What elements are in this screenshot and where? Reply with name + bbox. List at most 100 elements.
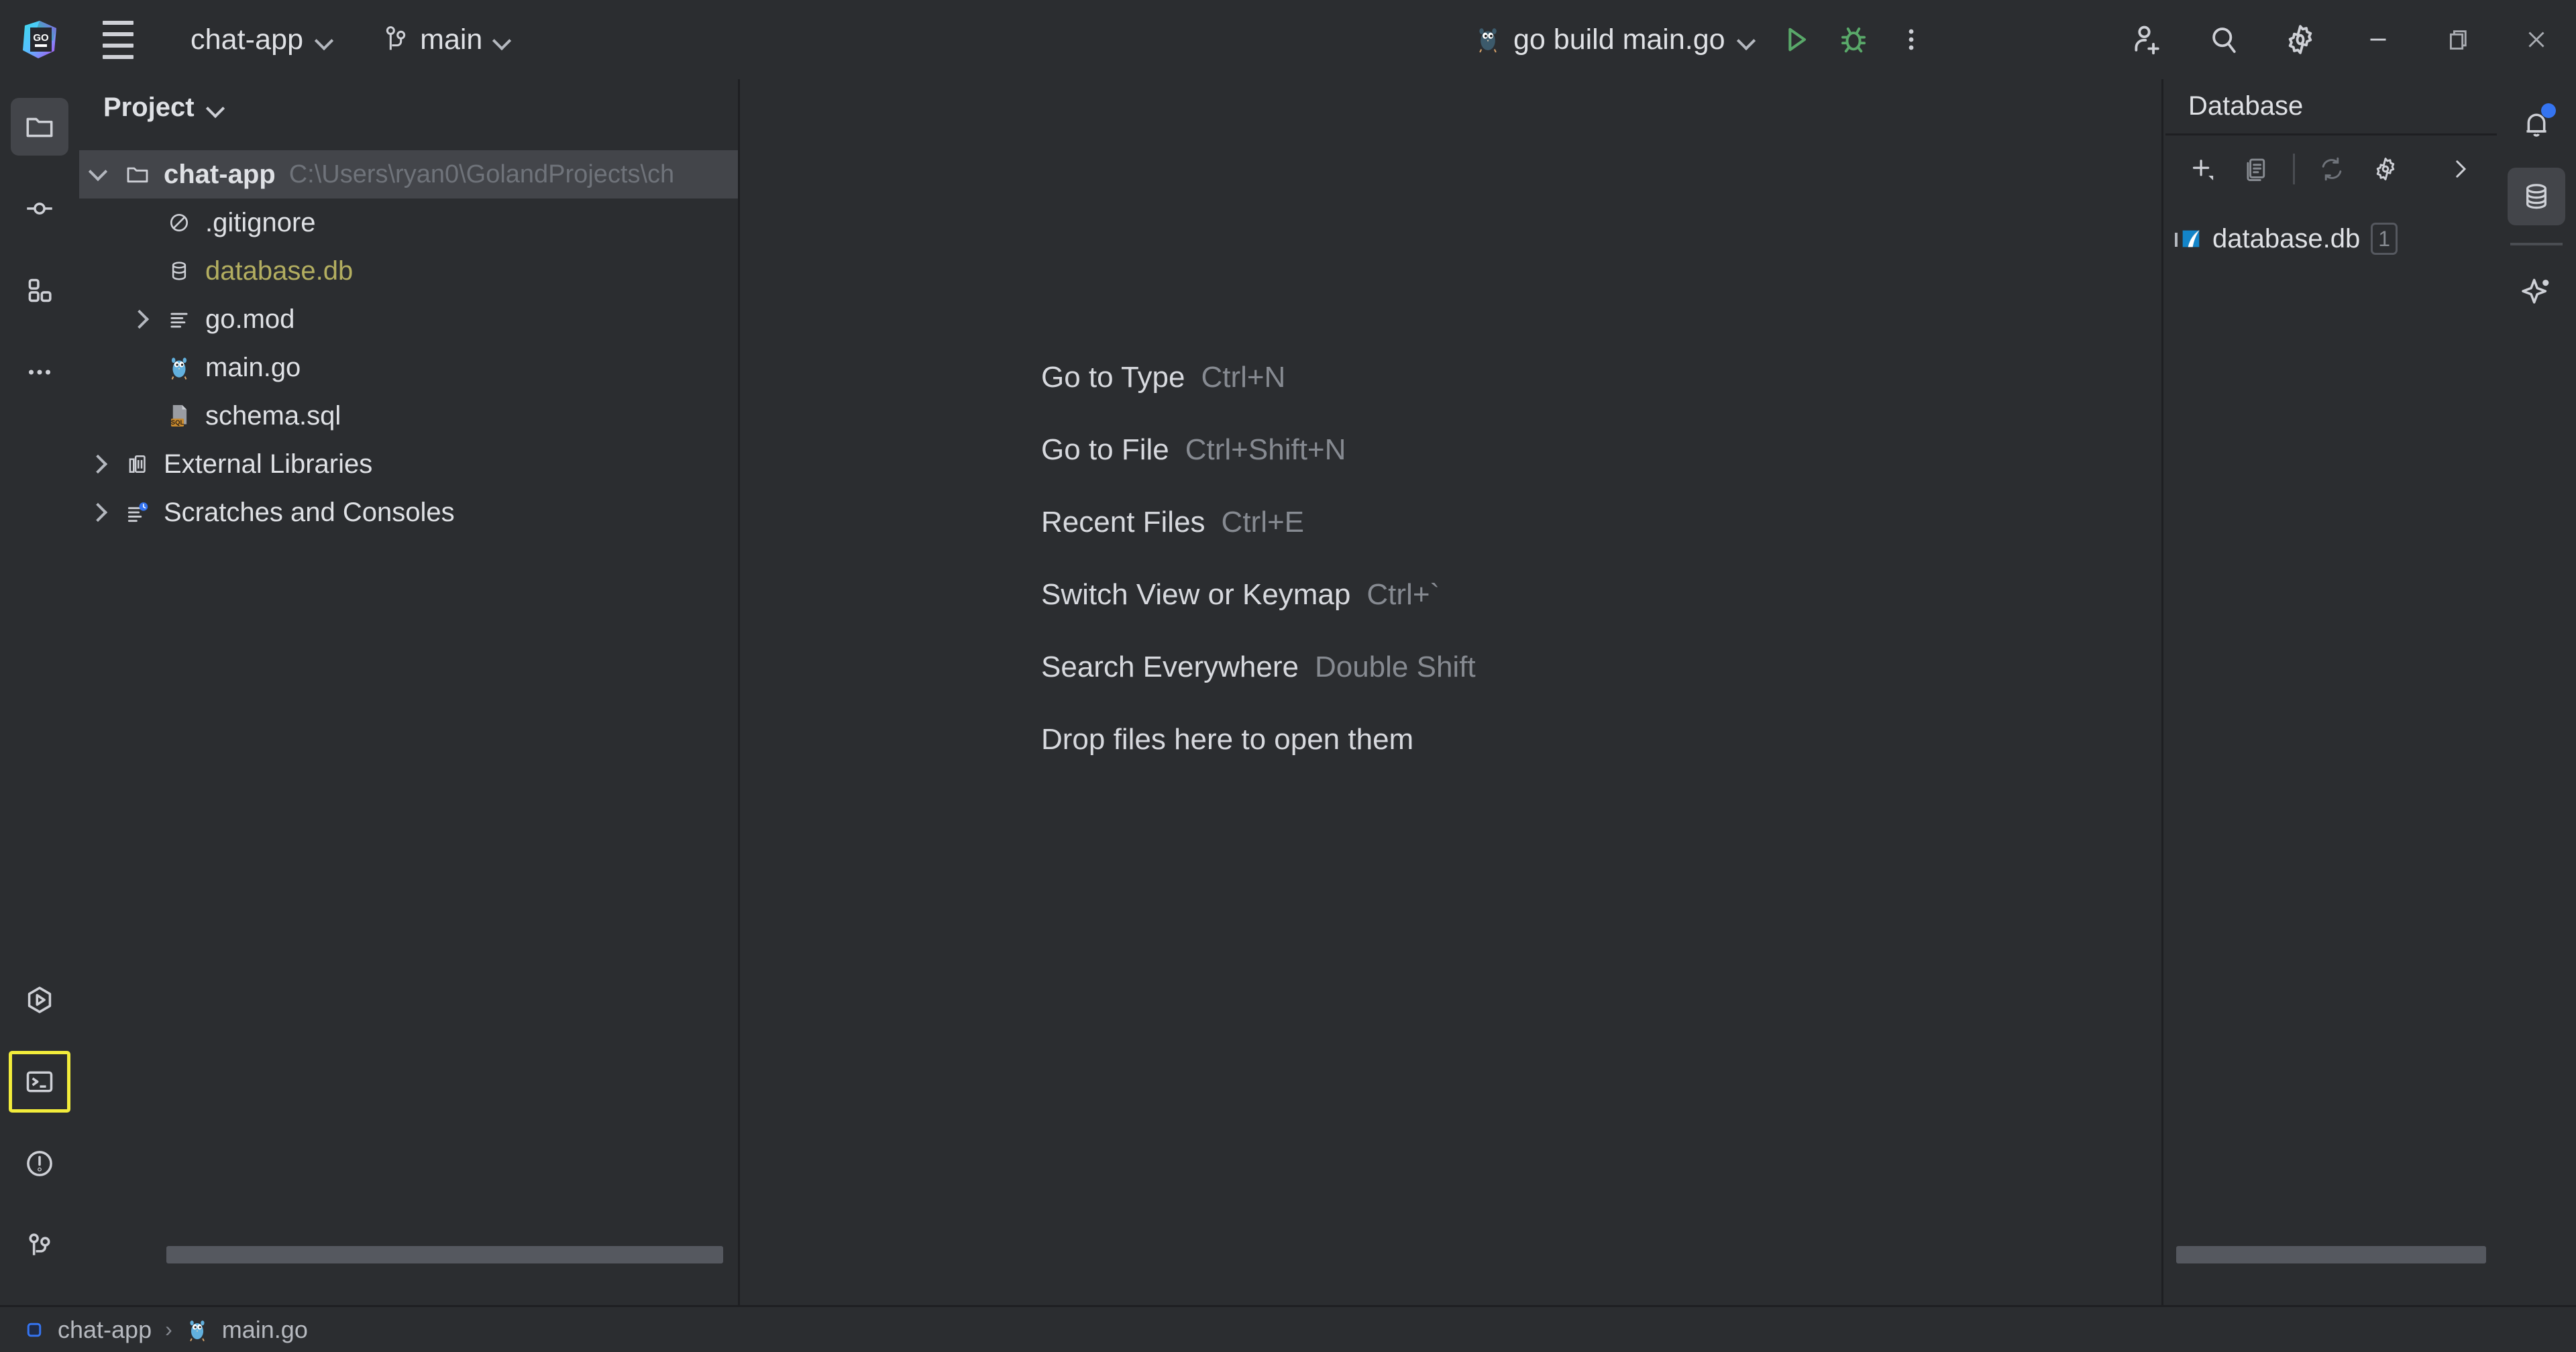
git-branch-icon bbox=[382, 24, 409, 55]
chevron-down-icon bbox=[315, 31, 333, 48]
breadcrumb-item-project[interactable]: chat-app bbox=[58, 1316, 152, 1344]
project-panel-title: Project bbox=[103, 93, 195, 123]
project-file-tree: chat-app C:\Users\ryan0\GolandProjects\c… bbox=[79, 135, 738, 537]
search-icon[interactable] bbox=[2195, 11, 2253, 68]
more-vertical-icon[interactable] bbox=[1882, 11, 1940, 68]
expand-arrow-right-icon[interactable] bbox=[79, 494, 117, 531]
maximize-restore-icon[interactable] bbox=[2418, 0, 2497, 79]
sidebar-item-notifications[interactable] bbox=[2508, 95, 2565, 153]
run-configuration-selector[interactable]: go build main.go bbox=[1462, 17, 1767, 63]
sidebar-item-more-tool-windows[interactable] bbox=[11, 343, 68, 401]
go-mod-icon bbox=[158, 300, 200, 338]
chevron-down-icon bbox=[207, 99, 224, 116]
tree-row-label: Scratches and Consoles bbox=[164, 498, 455, 528]
run-button[interactable] bbox=[1767, 11, 1825, 68]
shortcut-row-go-to-type: Go to Type Ctrl+N bbox=[1041, 361, 1476, 433]
left-tool-rail bbox=[0, 79, 79, 1305]
database-tree: database.db 1 bbox=[2165, 203, 2497, 264]
debug-button[interactable] bbox=[1825, 11, 1882, 68]
left-rail-bottom-group bbox=[11, 971, 68, 1305]
editor-shortcuts-splash: Go to Type Ctrl+N Go to File Ctrl+Shift+… bbox=[1041, 361, 1476, 795]
shortcut-action: Recent Files bbox=[1041, 506, 1205, 539]
project-horizontal-scrollbar[interactable] bbox=[166, 1246, 723, 1263]
shortcut-action: Switch View or Keymap bbox=[1041, 578, 1350, 612]
sidebar-item-version-control[interactable] bbox=[11, 1217, 68, 1274]
notification-badge-dot bbox=[2541, 103, 2556, 118]
sidebar-item-run[interactable] bbox=[11, 971, 68, 1029]
gear-icon[interactable] bbox=[2361, 144, 2410, 194]
sidebar-item-structure[interactable] bbox=[11, 262, 68, 319]
project-name-label: chat-app bbox=[191, 23, 303, 56]
chevron-down-icon bbox=[493, 31, 511, 48]
tree-row-label: chat-app bbox=[164, 160, 276, 190]
database-file-icon bbox=[158, 252, 200, 290]
expand-arrow-right-icon[interactable] bbox=[121, 300, 158, 338]
tree-row-gitignore[interactable]: .gitignore bbox=[79, 199, 738, 247]
title-bar-right-controls bbox=[2109, 0, 2576, 79]
plus-dropdown-icon[interactable] bbox=[2178, 144, 2227, 194]
run-configuration-label: go build main.go bbox=[1513, 23, 1725, 56]
tree-row-database-db[interactable]: database.db bbox=[79, 247, 738, 295]
add-user-icon[interactable] bbox=[2118, 11, 2176, 68]
tree-row-schema-sql[interactable]: SQL schema.sql bbox=[79, 392, 738, 440]
minimize-icon[interactable] bbox=[2339, 0, 2418, 79]
sidebar-item-problems[interactable] bbox=[11, 1135, 68, 1192]
project-selector-button[interactable]: chat-app bbox=[180, 17, 343, 63]
database-panel-title: Database bbox=[2188, 91, 2303, 121]
tree-row-go-mod[interactable]: go.mod bbox=[79, 295, 738, 343]
sidebar-item-commit[interactable] bbox=[11, 180, 68, 237]
module-icon bbox=[24, 1320, 44, 1340]
sql-file-icon: SQL bbox=[158, 397, 200, 435]
database-tool-window: Database bbox=[2165, 79, 2497, 1305]
tree-row-scratches-and-consoles[interactable]: Scratches and Consoles bbox=[79, 488, 738, 537]
sidebar-item-ai-assistant[interactable] bbox=[2508, 263, 2565, 321]
tree-row-label: main.go bbox=[205, 353, 301, 383]
database-panel-header: Database bbox=[2165, 79, 2497, 135]
hamburger-menu-icon[interactable] bbox=[97, 18, 140, 61]
toolbar-divider bbox=[2293, 154, 2295, 184]
branch-selector-button[interactable]: main bbox=[372, 17, 521, 63]
database-object-count-badge: 1 bbox=[2371, 223, 2398, 255]
tree-row-label: schema.sql bbox=[205, 401, 341, 431]
expand-arrow-down-icon[interactable] bbox=[79, 156, 117, 193]
shortcut-action: Search Everywhere bbox=[1041, 651, 1299, 684]
database-tree-row-label: database.db bbox=[2212, 224, 2360, 254]
status-bar: chat-app › main.go bbox=[0, 1305, 2576, 1352]
shortcut-keys: Double Shift bbox=[1315, 651, 1476, 684]
tree-row-label: External Libraries bbox=[164, 449, 372, 480]
editor-empty-area: Go to Type Ctrl+N Go to File Ctrl+Shift+… bbox=[742, 79, 2163, 1305]
goland-ide-window: GO chat-app main bbox=[0, 0, 2576, 1352]
console-file-icon[interactable] bbox=[2231, 144, 2281, 194]
refresh-icon[interactable] bbox=[2307, 144, 2357, 194]
sidebar-item-project[interactable] bbox=[11, 98, 68, 156]
right-tool-rail bbox=[2497, 79, 2576, 1305]
sidebar-item-terminal[interactable] bbox=[11, 1053, 68, 1111]
shortcut-action: Go to Type bbox=[1041, 361, 1185, 394]
left-rail-top-group bbox=[11, 79, 68, 401]
database-tree-row-database-db[interactable]: database.db 1 bbox=[2165, 213, 2497, 264]
close-icon[interactable] bbox=[2497, 0, 2576, 79]
database-toolbar bbox=[2165, 135, 2497, 203]
shortcut-row-switch-view-or-keymap: Switch View or Keymap Ctrl+` bbox=[1041, 578, 1476, 651]
chevron-right-icon[interactable] bbox=[2435, 144, 2485, 194]
project-panel-header[interactable]: Project bbox=[79, 79, 738, 135]
go-gopher-icon bbox=[158, 349, 200, 386]
expand-arrow-right-icon[interactable] bbox=[79, 445, 117, 483]
breadcrumb-separator: › bbox=[165, 1317, 172, 1342]
shortcut-keys: Ctrl+E bbox=[1222, 506, 1304, 539]
tree-row-label: go.mod bbox=[205, 304, 294, 335]
sidebar-item-database[interactable] bbox=[2508, 168, 2565, 225]
tree-row-external-libraries[interactable]: External Libraries bbox=[79, 440, 738, 488]
gitignore-icon bbox=[158, 204, 200, 241]
svg-text:SQL: SQL bbox=[171, 419, 184, 427]
rail-divider bbox=[2510, 243, 2563, 245]
sqlite-icon bbox=[2178, 225, 2204, 252]
go-gopher-icon bbox=[1474, 25, 1501, 54]
tree-row-main-go[interactable]: main.go bbox=[79, 343, 738, 392]
tree-row-chat-app[interactable]: chat-app C:\Users\ryan0\GolandProjects\c… bbox=[79, 150, 738, 199]
title-bar: GO chat-app main bbox=[0, 0, 2576, 79]
gear-icon[interactable] bbox=[2271, 11, 2329, 68]
database-horizontal-scrollbar[interactable] bbox=[2176, 1246, 2486, 1263]
breadcrumb-item-file[interactable]: main.go bbox=[222, 1316, 308, 1344]
tree-row-path: C:\Users\ryan0\GolandProjects\ch bbox=[289, 160, 674, 189]
